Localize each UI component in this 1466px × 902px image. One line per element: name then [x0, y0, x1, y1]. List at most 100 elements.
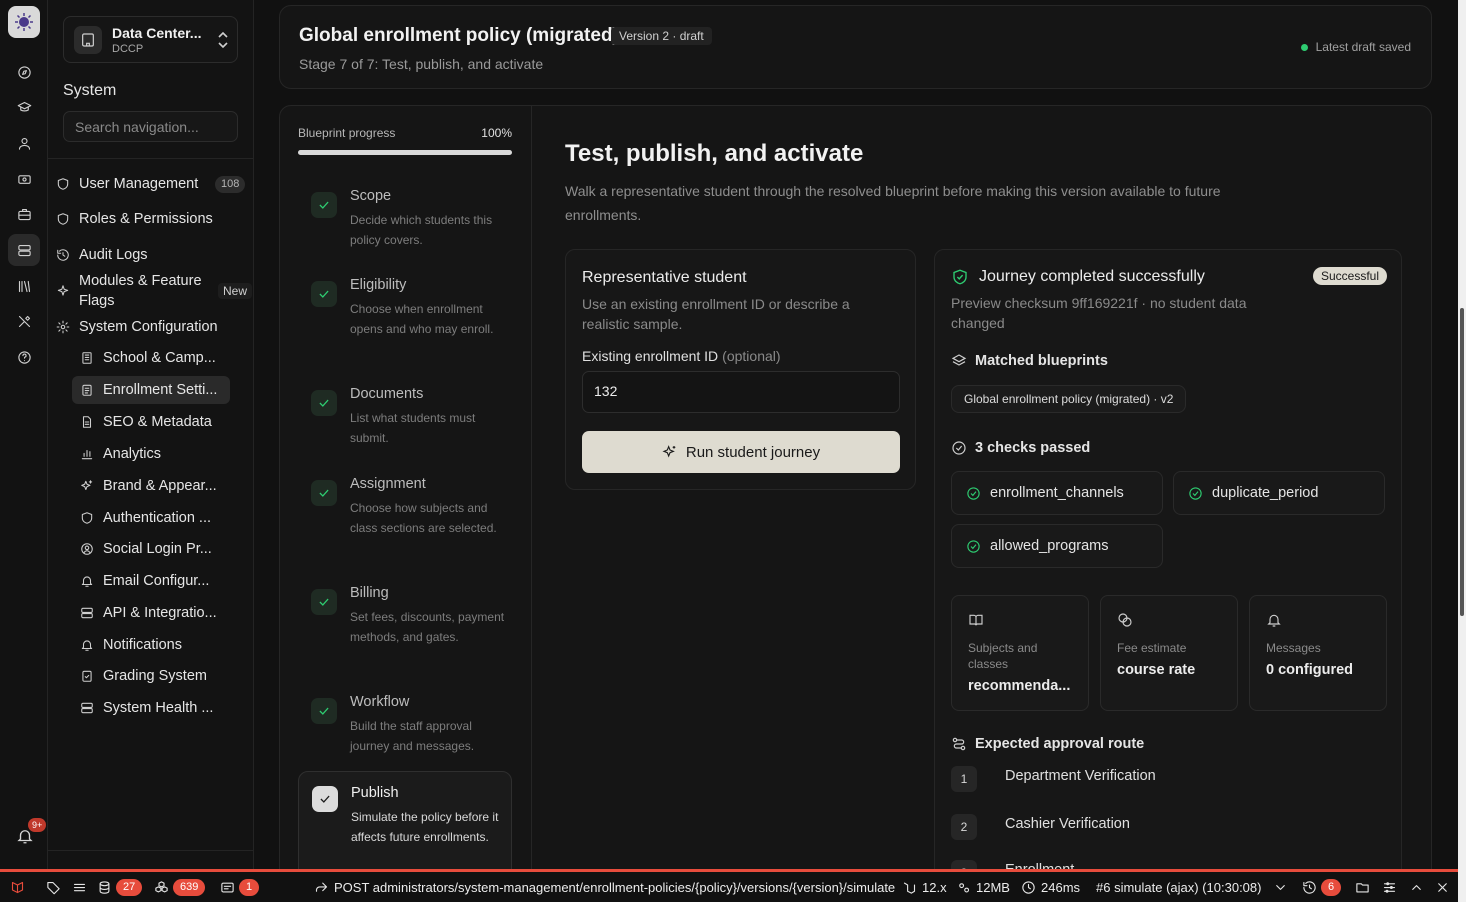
route-info[interactable]: POST administrators/system-management/en…	[314, 872, 895, 902]
scrollbar-thumb[interactable]	[1460, 308, 1464, 616]
sidebar-item-label: Roles & Permissions	[79, 211, 213, 227]
memory-usage[interactable]: 12MB	[956, 872, 1010, 902]
sidebar-item-api[interactable]: API & Integratio...	[80, 601, 217, 625]
sidebar-item-grading[interactable]: Grading System	[80, 664, 207, 688]
help-icon[interactable]	[8, 341, 40, 373]
sidebar-item-system-health[interactable]: System Health ...	[80, 696, 213, 720]
request-time[interactable]: 246ms	[1021, 872, 1080, 902]
shield-icon	[81, 512, 93, 524]
sidebar-item-seo[interactable]: SEO & Metadata	[80, 410, 212, 434]
enrollment-id-input[interactable]: 132	[582, 371, 900, 413]
result-title: Journey completed successfully	[951, 268, 1205, 286]
run-student-journey-button[interactable]: Run student journey	[582, 431, 900, 473]
heading-text: Expected approval route	[975, 736, 1145, 752]
sparkles-icon	[81, 480, 93, 491]
sidebar-item-roles[interactable]: Roles & Permissions	[56, 207, 213, 231]
sidebar-item-enrollment-settings[interactable]: Enrollment Setti...	[80, 378, 217, 402]
library-icon[interactable]	[8, 270, 40, 302]
money-icon[interactable]	[8, 163, 40, 195]
step-title: Documents	[350, 386, 424, 402]
workspace-switcher[interactable]: Data Center... DCCP	[63, 16, 238, 63]
result-title-text: Journey completed successfully	[979, 268, 1205, 285]
divider	[48, 850, 254, 851]
blueprint-chip[interactable]: Global enrollment policy (migrated) · v2	[951, 385, 1187, 413]
step-desc: Choose when enrollment opens and who may…	[350, 302, 494, 336]
sidebar-item-system-configuration[interactable]: System Configuration	[56, 315, 218, 339]
tag-icon[interactable]	[46, 872, 61, 902]
button-label: Run student journey	[685, 443, 821, 461]
server-icon[interactable]	[8, 234, 40, 266]
heading-text: Matched blueprints	[975, 353, 1108, 369]
sidebar-item-label: Grading System	[103, 668, 207, 684]
history-tab[interactable]: 6	[1302, 872, 1342, 902]
bell-icon	[81, 640, 93, 651]
user-circle-icon	[81, 543, 93, 555]
step-title: Scope	[350, 188, 392, 204]
sidebar: Data Center... DCCP System Search naviga…	[48, 0, 254, 870]
close-icon[interactable]	[1435, 872, 1450, 902]
check-circle-icon	[967, 486, 980, 500]
sidebar-item-label: User Management	[79, 176, 199, 192]
sidebar-item-notifications[interactable]: Notifications	[80, 633, 182, 657]
framework-version[interactable]: 12.x	[902, 872, 947, 902]
sidebar-item-audit-logs[interactable]: Audit Logs	[56, 243, 148, 267]
sidebar-item-label: Analytics	[103, 446, 162, 462]
models-tab[interactable]: 639	[154, 872, 206, 902]
sparkles-icon	[57, 285, 69, 296]
sidebar-item-authentication[interactable]: Authentication ...	[80, 506, 211, 530]
check-circle-icon	[967, 539, 980, 553]
label-text: Existing enrollment ID	[582, 348, 719, 364]
sidebar-item-user-management[interactable]: User Management	[56, 172, 198, 196]
check-icon	[312, 786, 338, 812]
user-icon[interactable]	[8, 127, 40, 159]
save-status-text: Latest draft saved	[1315, 40, 1411, 54]
briefcase-icon[interactable]	[8, 198, 40, 230]
check-icon	[311, 192, 337, 218]
clipboard-check-icon	[82, 670, 92, 682]
journey-result-card: Journey completed successfully Successfu…	[934, 249, 1402, 884]
result-subtitle: Preview checksum 9ff169221f · no student…	[951, 295, 1247, 331]
folder-icon[interactable]	[1355, 872, 1370, 902]
optional-hint: (optional)	[722, 348, 781, 364]
progress-fill	[298, 150, 512, 155]
sidebar-item-modules[interactable]: Modules & Feature Flags	[56, 272, 219, 310]
sidebar-item-label: Social Login Pr...	[103, 541, 212, 557]
views-tab[interactable]: 1	[220, 872, 260, 902]
chevron-up-icon[interactable]	[1409, 872, 1424, 902]
debugbar-logo-icon[interactable]	[10, 872, 25, 902]
sidebar-item-brand[interactable]: Brand & Appear...	[80, 474, 217, 498]
step-title: Eligibility	[350, 277, 407, 293]
step-title: Billing	[350, 585, 389, 601]
shield-icon	[57, 178, 69, 190]
compass-icon[interactable]	[8, 56, 40, 88]
queries-tab[interactable]: 27	[97, 872, 143, 902]
app-logo[interactable]	[8, 6, 40, 38]
step-publish[interactable]: Publish Simulate the policy before it af…	[298, 771, 512, 884]
route-step-number: 1	[951, 766, 977, 792]
page-title: Global enrollment policy (migrated)	[299, 25, 619, 46]
gear-icon	[56, 320, 70, 334]
sidebar-item-email[interactable]: Email Configur...	[80, 569, 209, 593]
tools-icon[interactable]	[8, 305, 40, 337]
notification-count-badge: 9+	[28, 818, 47, 832]
window-icon	[221, 882, 234, 892]
search-input[interactable]: Search navigation...	[63, 111, 238, 142]
sidebar-item-analytics[interactable]: Analytics	[80, 442, 161, 466]
matched-blueprints-heading: Matched blueprints	[951, 353, 1108, 369]
menu-icon[interactable]	[72, 872, 87, 902]
sidebar-item-label: API & Integratio...	[103, 605, 217, 621]
cogs-icon	[959, 882, 970, 892]
settings-sliders-icon[interactable]	[1382, 872, 1397, 902]
views-count: 1	[239, 878, 260, 896]
step-desc: Decide which students this policy covers…	[350, 213, 493, 247]
sidebar-item-social-login[interactable]: Social Login Pr...	[80, 537, 212, 561]
request-select[interactable]: #6 simulate (ajax) (10:30:08)	[1096, 872, 1288, 902]
history-icon	[57, 249, 69, 261]
sidebar-item-label: Enrollment Setti...	[103, 382, 218, 398]
route-step-name: Department Verification	[1005, 768, 1156, 784]
graduation-cap-icon[interactable]	[8, 91, 40, 123]
sidebar-item-school-campus[interactable]: School & Camp...	[80, 346, 216, 370]
check-icon	[311, 480, 337, 506]
section-description: Walk a representative student through th…	[565, 183, 1221, 223]
sidebar-item-label: Email Configur...	[103, 573, 210, 589]
